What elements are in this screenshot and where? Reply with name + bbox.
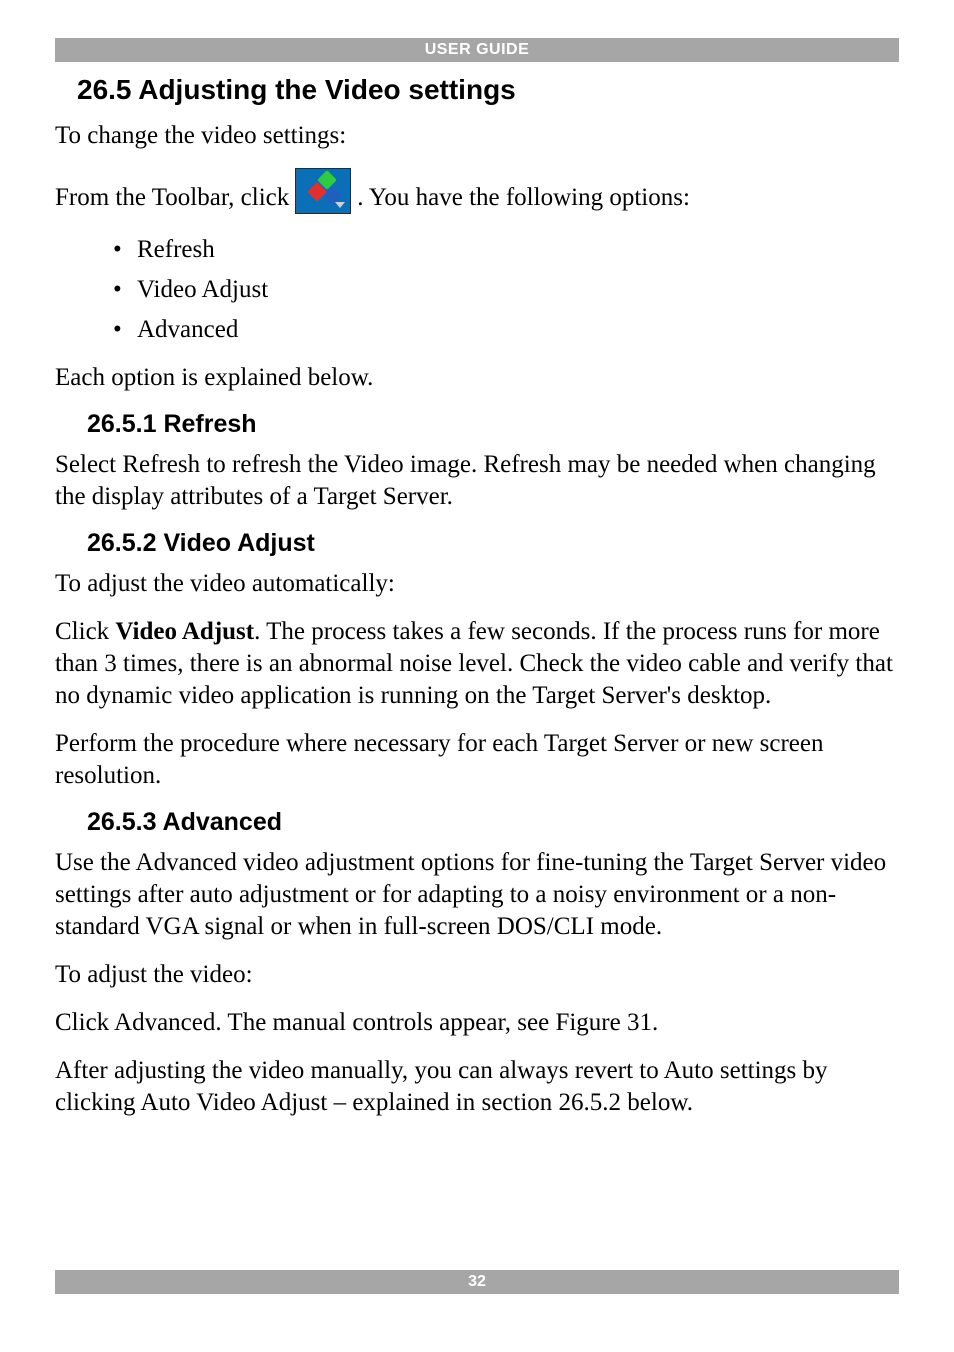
video-adjust-heading: 26.5.2 Video Adjust	[87, 529, 899, 558]
page: USER GUIDE 26.5 Adjusting the Video sett…	[0, 0, 954, 1352]
advanced-p1: Use the Advanced video adjustment option…	[55, 847, 899, 943]
p1-prefix: Click	[55, 618, 115, 645]
video-adjust-intro: To adjust the video automatically:	[55, 568, 899, 600]
video-adjust-p1: Click Video Adjust. The process takes a …	[55, 616, 899, 712]
page-number: 32	[468, 1273, 486, 1290]
footer-bar: 32	[55, 1270, 899, 1294]
advanced-heading: 26.5.3 Advanced	[87, 808, 899, 837]
header-title: USER GUIDE	[425, 41, 530, 58]
dropdown-arrow-icon	[335, 202, 345, 208]
intro-text: To change the video settings:	[55, 120, 899, 152]
advanced-p2: To adjust the video:	[55, 959, 899, 991]
advanced-p3: Click Advanced. The manual controls appe…	[55, 1007, 899, 1039]
each-explained-text: Each option is explained below.	[55, 362, 899, 394]
header-bar: USER GUIDE	[55, 38, 899, 62]
refresh-body: Select Refresh to refresh the Video imag…	[55, 449, 899, 513]
refresh-heading: 26.5.1 Refresh	[87, 410, 899, 439]
toolbar-suffix: . You have the following options:	[357, 182, 690, 214]
p1-bold: Video Adjust	[115, 618, 254, 645]
list-item: Video Adjust	[55, 270, 899, 310]
list-item: Advanced	[55, 310, 899, 350]
list-item: Refresh	[55, 230, 899, 270]
options-list: Refresh Video Adjust Advanced	[55, 230, 899, 350]
video-adjust-p2: Perform the procedure where necessary fo…	[55, 728, 899, 792]
toolbar-prefix: From the Toolbar, click	[55, 182, 289, 214]
video-settings-toolbar-icon	[295, 168, 351, 214]
advanced-p4: After adjusting the video manually, you …	[55, 1055, 899, 1119]
toolbar-instruction: From the Toolbar, click . You have the f…	[55, 168, 899, 214]
section-heading: 26.5 Adjusting the Video settings	[77, 74, 899, 106]
